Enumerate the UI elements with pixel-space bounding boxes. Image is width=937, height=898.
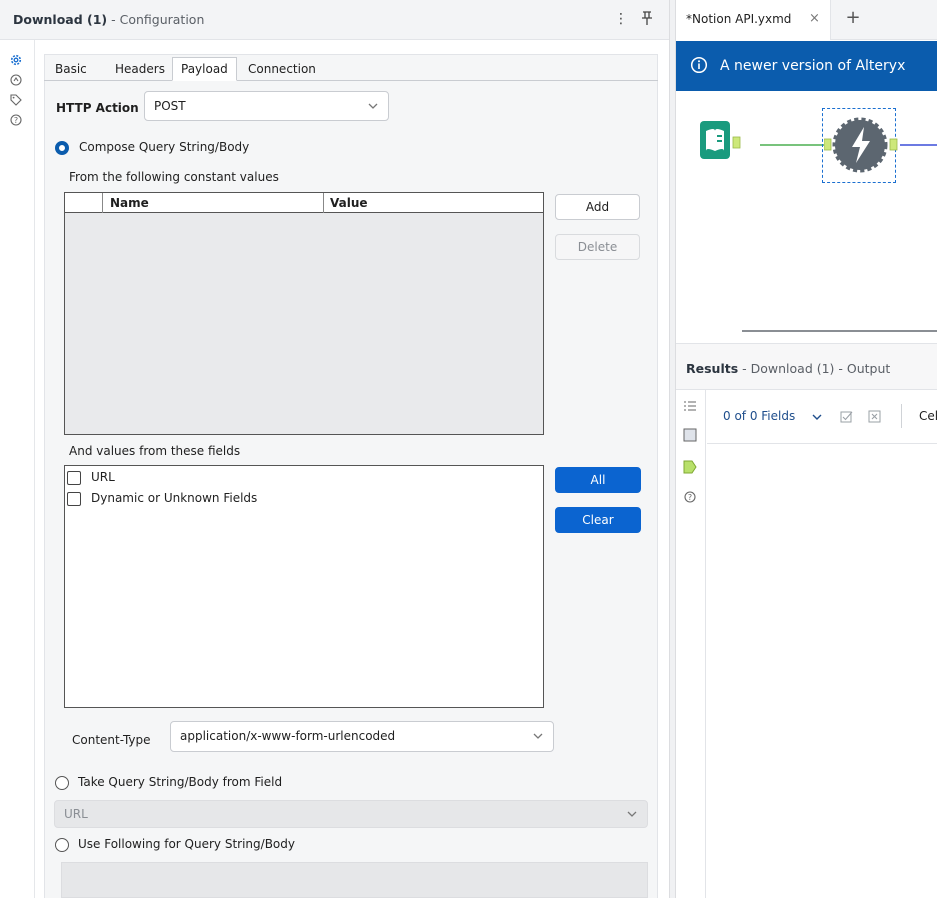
grid-col-divider <box>102 193 103 213</box>
configuration-panel: Download (1) - Configuration ⋮ ? Basic H… <box>0 0 669 898</box>
content-type-select[interactable]: application/x-www-form-urlencoded <box>170 721 554 752</box>
field-item-url[interactable]: URL <box>67 470 367 486</box>
panel-splitter[interactable] <box>669 0 676 898</box>
http-action-label: HTTP Action <box>56 101 139 115</box>
svg-text:?: ? <box>14 116 18 125</box>
take-from-field-radio[interactable] <box>55 776 69 790</box>
download-tool-icon[interactable] <box>824 113 904 179</box>
help-icon[interactable]: ? <box>9 113 23 127</box>
tab-connection[interactable]: Connection <box>239 57 325 81</box>
panel-header: Download (1) - Configuration ⋮ <box>0 0 669 40</box>
new-tab-button[interactable]: + <box>843 8 863 28</box>
all-button[interactable]: All <box>555 467 641 493</box>
http-action-select[interactable]: POST <box>144 91 389 121</box>
workflow-canvas[interactable] <box>676 91 937 343</box>
fields-list: URL Dynamic or Unknown Fields <box>64 465 544 708</box>
chevron-down-icon <box>627 811 637 817</box>
tab-payload[interactable]: Payload <box>172 57 237 81</box>
configuration-gear-icon[interactable] <box>9 53 23 67</box>
grid-header: Name Value <box>65 193 543 213</box>
grid-col-divider <box>323 193 324 213</box>
compose-option-label: Compose Query String/Body <box>79 140 250 154</box>
fields-count-dropdown[interactable]: 0 of 0 Fields <box>723 409 795 423</box>
use-following-radio[interactable] <box>55 838 69 852</box>
annotation-icon[interactable] <box>9 73 23 87</box>
field-item-dynamic[interactable]: Dynamic or Unknown Fields <box>67 491 367 507</box>
results-header: Results - Download (1) - Output <box>676 344 937 390</box>
take-from-field-label: Take Query String/Body from Field <box>78 775 283 789</box>
clear-button[interactable]: Clear <box>555 507 641 533</box>
results-title: Results - Download (1) - Output <box>686 361 891 376</box>
pin-icon[interactable] <box>640 10 654 26</box>
close-icon[interactable]: × <box>809 11 820 26</box>
horizontal-scrollbar[interactable] <box>742 330 937 332</box>
results-side-toolbar: ? <box>676 390 706 898</box>
field-label: URL <box>91 470 115 484</box>
grid-header-name: Name <box>110 196 149 210</box>
file-tab-label: *Notion API.yxmd <box>686 12 792 26</box>
input-data-tool-icon[interactable] <box>700 119 760 169</box>
content-type-label: Content-Type <box>72 733 151 747</box>
query-body-textarea[interactable] <box>61 862 648 898</box>
use-following-label: Use Following for Query String/Body <box>78 837 295 851</box>
constant-values-grid[interactable]: Name Value <box>64 192 544 435</box>
cell-viewer-label[interactable]: Cel <box>919 409 937 423</box>
add-button[interactable]: Add <box>555 194 640 220</box>
query-field-select[interactable]: URL <box>54 800 648 828</box>
tab-headers[interactable]: Headers <box>106 57 174 81</box>
tab-basic[interactable]: Basic <box>46 57 96 81</box>
chevron-down-icon[interactable] <box>812 412 822 422</box>
grid-header-value: Value <box>330 196 368 210</box>
tag-icon[interactable] <box>9 93 23 107</box>
constant-values-label: From the following constant values <box>69 170 279 184</box>
side-toolbar: ? <box>0 40 35 898</box>
deselect-icon[interactable] <box>868 410 881 423</box>
update-banner[interactable]: A newer version of Alteryx <box>676 41 937 91</box>
more-options-icon[interactable]: ⋮ <box>614 11 628 27</box>
content-type-value: application/x-www-form-urlencoded <box>180 729 396 743</box>
info-icon <box>690 56 708 74</box>
table-icon[interactable] <box>683 428 697 442</box>
list-icon[interactable] <box>683 400 697 414</box>
field-label: Dynamic or Unknown Fields <box>91 491 258 505</box>
checkbox[interactable] <box>67 492 81 506</box>
help-icon[interactable]: ? <box>683 490 697 504</box>
chevron-down-icon <box>533 733 543 739</box>
tab-notion-api[interactable]: *Notion API.yxmd × <box>676 0 831 40</box>
output-anchor-icon[interactable] <box>683 460 697 474</box>
select-all-icon[interactable] <box>840 410 853 423</box>
banner-text: A newer version of Alteryx <box>720 58 906 74</box>
panel-title: Download (1) - Configuration <box>13 12 205 27</box>
query-field-value: URL <box>64 807 88 821</box>
results-toolbar: 0 of 0 Fields Cel <box>707 390 937 444</box>
delete-button[interactable]: Delete <box>555 234 640 260</box>
checkbox[interactable] <box>67 471 81 485</box>
http-action-value: POST <box>154 99 186 113</box>
fields-label: And values from these fields <box>69 444 241 458</box>
compose-radio[interactable] <box>55 141 69 155</box>
svg-text:?: ? <box>688 493 692 502</box>
chevron-down-icon <box>368 103 378 109</box>
toolbar-divider <box>901 404 902 428</box>
